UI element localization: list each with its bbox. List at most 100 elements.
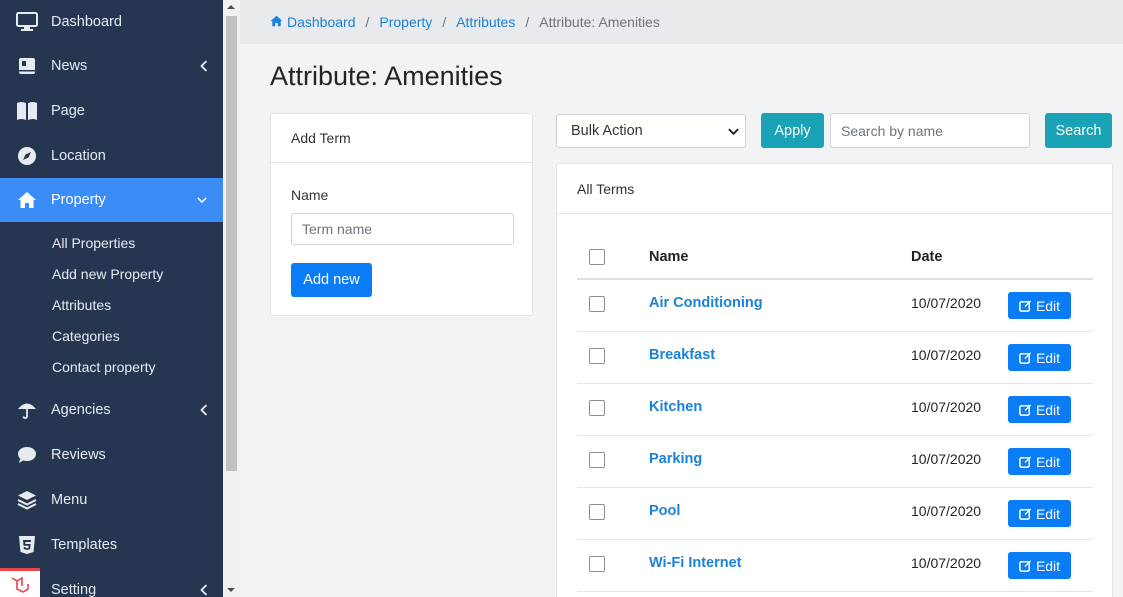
table-row: Wi-Fi Internet 10/07/2020 Edit <box>577 540 1093 592</box>
sidebar-item-label: Reviews <box>51 447 106 463</box>
sidebar-item-label: News <box>51 58 88 74</box>
compass-icon <box>16 145 38 167</box>
search-button[interactable]: Search <box>1045 113 1112 148</box>
row-checkbox[interactable] <box>589 348 605 364</box>
table-row: Breakfast 10/07/2020 Edit <box>577 332 1093 384</box>
sidebar-item-templates[interactable]: Templates <box>0 523 223 567</box>
edit-icon <box>1019 299 1032 312</box>
search-input[interactable] <box>830 113 1030 148</box>
column-name: Name <box>649 249 689 265</box>
row-checkbox[interactable] <box>589 296 605 312</box>
term-name-link[interactable]: Kitchen <box>649 399 702 415</box>
add-term-header: Add Term <box>271 114 532 163</box>
edit-label: Edit <box>1035 557 1061 574</box>
edit-icon <box>1019 403 1032 416</box>
term-date: 10/07/2020 <box>911 555 982 571</box>
sidebar-item-dashboard[interactable]: Dashboard <box>0 0 223 44</box>
scrollbar-thumb[interactable] <box>226 16 237 471</box>
term-name-input[interactable] <box>291 213 514 245</box>
sidebar-item-label: Setting <box>51 582 97 597</box>
apply-button[interactable]: Apply <box>761 113 824 148</box>
edit-icon <box>1019 455 1032 468</box>
edit-button[interactable]: Edit <box>1008 500 1071 527</box>
row-checkbox[interactable] <box>589 400 605 416</box>
sidebar-item-label: Templates <box>51 537 118 553</box>
sidebar-item-page[interactable]: Page <box>0 89 223 133</box>
sidebar-item-menu[interactable]: Menu <box>0 478 223 522</box>
sidebar-item-label: Agencies <box>51 402 111 418</box>
edit-icon <box>1019 507 1032 520</box>
edit-button[interactable]: Edit <box>1008 448 1071 475</box>
sidebar-subitem-categories[interactable]: Categories <box>52 328 120 344</box>
breadcrumb-property[interactable]: Property <box>379 14 432 30</box>
monitor-icon <box>16 11 38 33</box>
term-name-link[interactable]: Parking <box>649 451 702 467</box>
term-date: 10/07/2020 <box>911 399 982 415</box>
scroll-down-arrow[interactable] <box>227 588 235 592</box>
term-name-link[interactable]: Wi-Fi Internet <box>649 555 742 571</box>
chevron-down-icon <box>197 195 207 205</box>
sidebar-item-label: Page <box>51 103 85 119</box>
table-row: Air Conditioning 10/07/2020 Edit <box>577 280 1093 332</box>
bulk-action-value: Bulk Action <box>571 123 643 139</box>
term-date: 10/07/2020 <box>911 347 982 363</box>
edit-button[interactable]: Edit <box>1008 396 1071 423</box>
sidebar-item-property[interactable]: Property <box>0 178 223 222</box>
layers-icon <box>16 489 38 511</box>
html5-icon <box>16 534 38 556</box>
home-icon <box>270 14 283 30</box>
sidebar-item-label: Property <box>51 192 106 208</box>
table-row: Parking 10/07/2020 Edit <box>577 436 1093 488</box>
add-new-button[interactable]: Add new <box>291 263 372 297</box>
sidebar-item-label: Dashboard <box>51 14 122 30</box>
sidebar-item-setting[interactable]: Setting <box>0 568 223 597</box>
edit-button[interactable]: Edit <box>1008 292 1071 319</box>
edit-label: Edit <box>1035 453 1061 470</box>
edit-label: Edit <box>1035 297 1061 314</box>
sidebar-subitem-contact-property[interactable]: Contact property <box>52 359 156 375</box>
row-checkbox[interactable] <box>589 556 605 572</box>
edit-button[interactable]: Edit <box>1008 344 1071 371</box>
sidebar-item-label: Location <box>51 148 106 164</box>
sidebar-item-location[interactable]: Location <box>0 134 223 178</box>
name-label: Name <box>291 187 329 203</box>
table-row: Pool 10/07/2020 Edit <box>577 488 1093 540</box>
term-name-link[interactable]: Breakfast <box>649 347 715 363</box>
edit-label: Edit <box>1035 401 1061 418</box>
term-date: 10/07/2020 <box>911 451 982 467</box>
breadcrumb-separator: / <box>442 14 447 30</box>
chevron-left-icon <box>199 584 209 596</box>
add-term-card: Add Term Name Add new <box>270 113 533 316</box>
row-checkbox[interactable] <box>589 504 605 520</box>
edit-label: Edit <box>1035 349 1061 366</box>
all-terms-header: All Terms <box>557 164 1112 214</box>
edit-icon <box>1019 559 1032 572</box>
breadcrumb-attributes[interactable]: Attributes <box>456 14 515 30</box>
bulk-action-select[interactable]: Bulk Action <box>556 114 746 148</box>
select-all-checkbox[interactable] <box>589 249 605 265</box>
sidebar-item-agencies[interactable]: Agencies <box>0 388 223 432</box>
breadcrumb-current: Attribute: Amenities <box>539 14 660 30</box>
breadcrumb-separator: / <box>525 14 530 30</box>
sidebar-subitem-add-new-property[interactable]: Add new Property <box>52 266 163 282</box>
breadcrumb-dashboard[interactable]: Dashboard <box>287 14 356 30</box>
page-title: Attribute: Amenities <box>270 61 503 91</box>
table-row: Kitchen 10/07/2020 Edit <box>577 384 1093 436</box>
breadcrumb-separator: / <box>365 14 370 30</box>
term-name-link[interactable]: Air Conditioning <box>649 295 763 311</box>
term-name-link[interactable]: Pool <box>649 503 680 519</box>
sidebar-subitem-attributes[interactable]: Attributes <box>52 297 111 313</box>
row-checkbox[interactable] <box>589 452 605 468</box>
sidebar-item-news[interactable]: News <box>0 44 223 88</box>
edit-button[interactable]: Edit <box>1008 552 1071 579</box>
sidebar-subitem-all-properties[interactable]: All Properties <box>52 235 135 251</box>
column-date: Date <box>911 249 943 265</box>
chevron-left-icon <box>199 60 209 72</box>
sidebar: Dashboard News Page Location Property Al… <box>0 0 223 597</box>
sidebar-item-reviews[interactable]: Reviews <box>0 433 223 477</box>
umbrella-icon <box>16 399 38 421</box>
page-icon <box>16 100 38 122</box>
sidebar-scrollbar[interactable] <box>223 0 240 597</box>
scroll-up-arrow[interactable] <box>227 5 235 9</box>
edit-label: Edit <box>1035 505 1061 522</box>
